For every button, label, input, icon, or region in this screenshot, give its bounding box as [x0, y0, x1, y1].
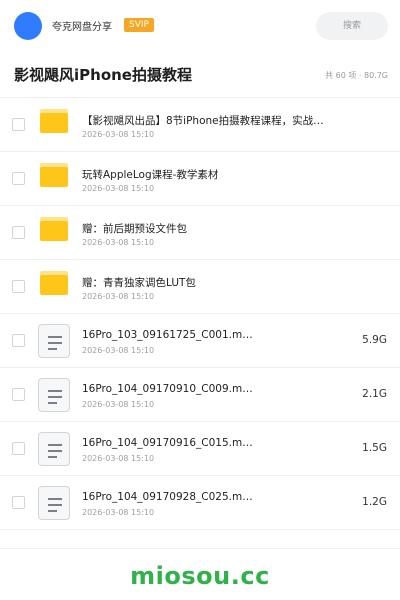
checkbox[interactable]	[12, 442, 25, 455]
search-button[interactable]: 搜索	[316, 12, 388, 40]
item-count: 共 60 项 · 80.7G	[325, 71, 388, 80]
checkbox[interactable]	[12, 280, 25, 293]
file-name: 赠：青青独家调色LUT包	[82, 277, 196, 289]
file-date: 2026-03-08 15:10	[82, 184, 155, 193]
list-item[interactable]: 16Pro_104_09170910_C009.m… 2026-03-08 15…	[0, 368, 400, 422]
file-date: 2026-03-08 15:10	[82, 400, 155, 409]
list-item[interactable]: 玩转AppleLog课程-教学素材 2026-03-08 15:10	[0, 152, 400, 206]
document-icon	[38, 324, 70, 358]
brand-label: 夸克网盘分享	[52, 22, 112, 33]
file-name: 16Pro_103_09161725_C001.m…	[82, 329, 253, 341]
list-item[interactable]: 16Pro_104_09170928_C025.m… 2026-03-08 15…	[0, 476, 400, 530]
file-name: 玩转AppleLog课程-教学素材	[82, 169, 219, 181]
file-size: 2.1G	[362, 388, 387, 400]
folder-icon	[40, 109, 68, 133]
document-icon	[38, 432, 70, 466]
title-bar: 影视飓风iPhone拍摄教程 共 60 项 · 80.7G	[0, 54, 400, 98]
folder-icon	[40, 271, 68, 295]
checkbox[interactable]	[12, 172, 25, 185]
page-title: 影视飓风iPhone拍摄教程	[14, 66, 192, 84]
list-item[interactable]: 16Pro_103_09161725_C001.m… 2026-03-08 15…	[0, 314, 400, 368]
file-name: 16Pro_104_09170928_C025.m…	[82, 491, 253, 503]
document-icon	[38, 378, 70, 412]
checkbox[interactable]	[12, 226, 25, 239]
checkbox[interactable]	[12, 118, 25, 131]
list-item[interactable]: 赠：青青独家调色LUT包 2026-03-08 15:10	[0, 260, 400, 314]
document-icon	[38, 486, 70, 520]
list-item[interactable]: 赠：前后期预设文件包 2026-03-08 15:10	[0, 206, 400, 260]
top-bar: 夸克网盘分享 SVIP 搜索	[0, 0, 400, 50]
folder-icon	[40, 163, 68, 187]
file-name: 【影视飓风出品】8节iPhone拍摄教程课程，实战…	[82, 115, 324, 127]
file-date: 2026-03-08 15:10	[82, 130, 155, 139]
checkbox[interactable]	[12, 496, 25, 509]
svip-badge: SVIP	[124, 18, 154, 32]
list-item[interactable]: 【影视飓风出品】8节iPhone拍摄教程课程，实战… 2026-03-08 15…	[0, 98, 400, 152]
file-date: 2026-03-08 15:10	[82, 238, 155, 247]
checkbox[interactable]	[12, 388, 25, 401]
file-size: 1.2G	[362, 496, 387, 508]
checkbox[interactable]	[12, 334, 25, 347]
avatar[interactable]	[14, 12, 42, 40]
footer-divider	[0, 548, 400, 549]
file-size: 5.9G	[362, 334, 387, 346]
watermark: miosou.cc	[130, 562, 270, 590]
file-name: 赠：前后期预设文件包	[82, 223, 187, 235]
file-list: 【影视飓风出品】8节iPhone拍摄教程课程，实战… 2026-03-08 15…	[0, 98, 400, 530]
file-date: 2026-03-08 15:10	[82, 454, 155, 463]
folder-icon	[40, 217, 68, 241]
file-size: 1.5G	[362, 442, 387, 454]
file-name: 16Pro_104_09170910_C009.m…	[82, 383, 253, 395]
file-name: 16Pro_104_09170916_C015.m…	[82, 437, 253, 449]
list-item[interactable]: 16Pro_104_09170916_C015.m… 2026-03-08 15…	[0, 422, 400, 476]
file-date: 2026-03-08 15:10	[82, 292, 155, 301]
file-date: 2026-03-08 15:10	[82, 508, 155, 517]
file-date: 2026-03-08 15:10	[82, 346, 155, 355]
